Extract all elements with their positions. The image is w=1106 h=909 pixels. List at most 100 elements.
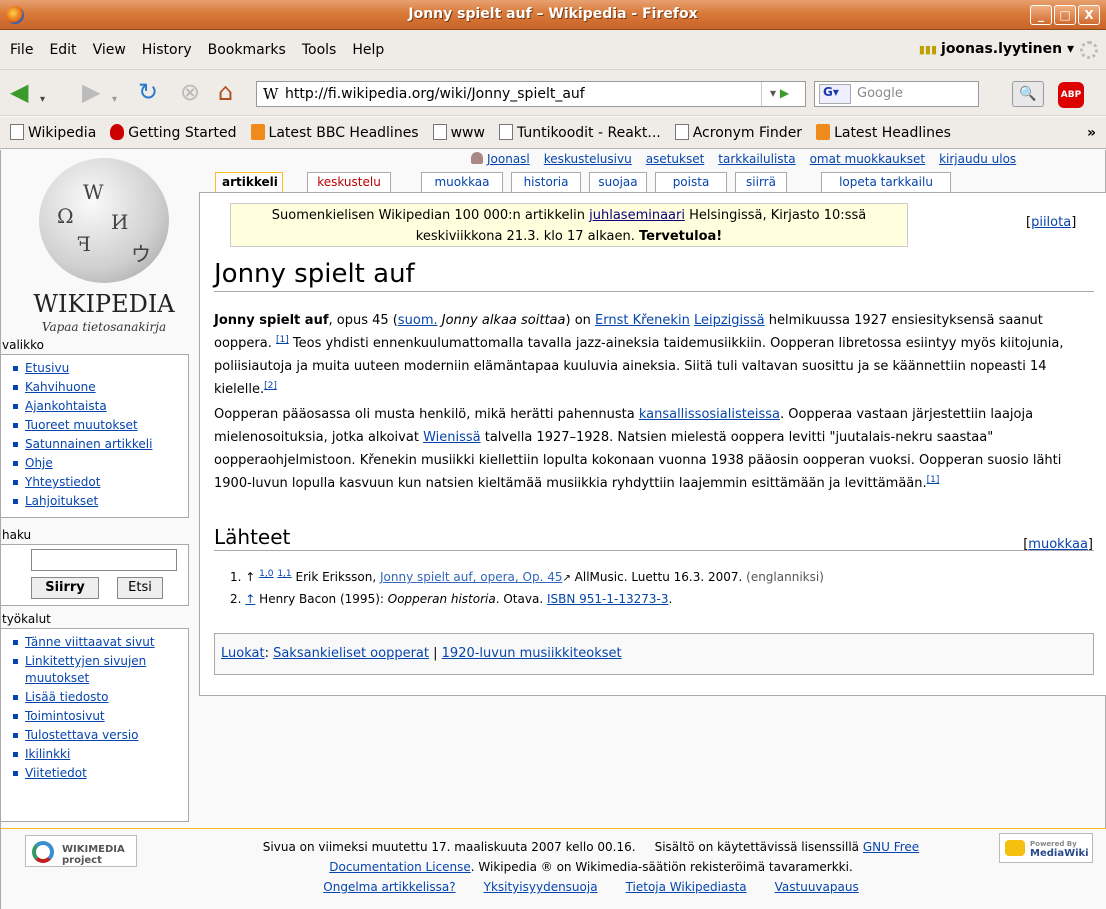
sidebar-item[interactable]: Linkitettyjen sivujen muutokset	[13, 653, 173, 687]
link[interactable]: kansallissosialisteissa	[639, 407, 780, 422]
go-button[interactable]: Siirry	[31, 577, 99, 599]
bookmark-item[interactable]: Wikipedia	[10, 124, 96, 141]
sidebar-link[interactable]: Kahvihuone	[25, 380, 96, 394]
footer-link[interactable]: Ongelma artikkelissa?	[323, 877, 455, 897]
tab-edit[interactable]: muokkaa	[421, 172, 503, 192]
sidebar-item[interactable]: Ohje	[13, 455, 188, 472]
link[interactable]: suom.	[398, 313, 438, 328]
sidebar-link[interactable]: Lisää tiedosto	[25, 690, 108, 704]
stop-icon[interactable]: ⊗	[180, 80, 200, 104]
sidebar-item[interactable]: Tänne viittaavat sivut	[13, 634, 163, 651]
sidebar-link[interactable]: Ikilinkki	[25, 747, 70, 761]
backlink[interactable]: ↑	[245, 592, 255, 606]
minimize-button[interactable]: _	[1030, 5, 1052, 25]
sidebar-item[interactable]: Etusivu	[13, 360, 188, 377]
bookmarks-overflow-button[interactable]: »	[1087, 125, 1096, 141]
sidebar-link[interactable]: Tulostettava versio	[25, 728, 139, 742]
reference-link[interactable]: [2]	[264, 381, 277, 391]
menu-view[interactable]: View	[93, 42, 126, 58]
backlink[interactable]: 1,0	[259, 569, 273, 579]
sidebar-link[interactable]: Tuoreet muutokset	[25, 418, 138, 432]
tab-article[interactable]: artikkeli	[215, 172, 283, 192]
sidebar-item[interactable]: Ajankohtaista	[13, 398, 188, 415]
close-button[interactable]: X	[1078, 5, 1100, 25]
external-link[interactable]: Jonny spielt auf, opera, Op. 45	[380, 570, 562, 584]
menu-help[interactable]: Help	[352, 42, 384, 58]
sidebar-link[interactable]: Ajankohtaista	[25, 399, 107, 413]
tab-discussion[interactable]: keskustelu	[307, 172, 391, 192]
sidebar-link[interactable]: Etusivu	[25, 361, 69, 375]
link[interactable]: Ernst Křenekin	[595, 313, 690, 328]
category-link[interactable]: Saksankieliset oopperat	[273, 646, 429, 661]
wikimedia-logo[interactable]: WIKIMEDIA project	[25, 835, 137, 867]
sidebar-link[interactable]: Lahjoitukset	[25, 494, 98, 508]
personal-link-user[interactable]: Joonasl	[471, 152, 530, 166]
bookmark-item[interactable]: www	[432, 124, 485, 141]
menu-bookmarks[interactable]: Bookmarks	[208, 42, 286, 58]
sidebar-item[interactable]: Tuoreet muutokset	[13, 417, 188, 434]
backlink[interactable]: 1,1	[277, 569, 291, 579]
sidebar-link[interactable]: Linkitettyjen sivujen muutokset	[25, 654, 146, 685]
sidebar-item[interactable]: Yhteystiedot	[13, 474, 188, 491]
personal-link[interactable]: asetukset	[646, 152, 705, 166]
personal-link[interactable]: keskustelusivu	[544, 152, 632, 166]
sidebar-link[interactable]: Yhteystiedot	[25, 475, 100, 489]
search-input[interactable]: G▾ Google	[814, 81, 979, 107]
bookmark-item[interactable]: Tuntikoodit - Reakt...	[498, 124, 661, 141]
mediawiki-logo[interactable]: Powered By MediaWiki	[999, 833, 1093, 863]
tab-protect[interactable]: suojaa	[589, 172, 647, 192]
reference-link[interactable]: [1]	[276, 335, 289, 345]
url-input[interactable]: W http://fi.wikipedia.org/wiki/Jonny_spi…	[256, 81, 806, 107]
license-link[interactable]: GNU Free	[863, 840, 919, 854]
sidebar-item[interactable]: Ikilinkki	[13, 746, 188, 763]
sidebar-link[interactable]: Ohje	[25, 456, 53, 470]
forward-icon[interactable]: ▶	[82, 80, 100, 104]
menu-edit[interactable]: Edit	[49, 42, 76, 58]
adblock-icon[interactable]: ABP	[1058, 82, 1084, 108]
hide-notice-link[interactable]: piilota	[1031, 215, 1071, 230]
user-menu[interactable]: ▮▮▮ joonas.lyytinen ▾	[919, 41, 1074, 57]
sidebar-item[interactable]: Lahjoitukset	[13, 493, 188, 510]
menu-file[interactable]: File	[10, 42, 33, 58]
category-link[interactable]: 1920-luvun musiikkiteokset	[442, 646, 622, 661]
tab-unwatch[interactable]: lopeta tarkkailu	[821, 172, 951, 192]
sidebar-link[interactable]: Tänne viittaavat sivut	[25, 635, 155, 649]
wikipedia-logo[interactable]: WΩИꟻウ WIKIPEDIA Vapaa tietosanakirja	[29, 158, 179, 334]
link[interactable]: Leipzigissä	[694, 313, 765, 328]
url-go-icon[interactable]: ▾ ▶	[761, 82, 805, 106]
isbn-link[interactable]: ISBN 951-1-13273-3	[547, 592, 669, 606]
personal-link[interactable]: omat muokkaukset	[810, 152, 925, 166]
forward-dropdown-icon[interactable]: ▾	[112, 88, 117, 112]
reference-link[interactable]: [1]	[927, 475, 940, 485]
bookmark-item[interactable]: Getting Started	[110, 124, 237, 141]
footer-link[interactable]: Tietoja Wikipediasta	[626, 877, 747, 897]
license-link[interactable]: Documentation License	[329, 860, 471, 874]
footer-link[interactable]: Yksityisyydensuoja	[484, 877, 598, 897]
notice-link[interactable]: juhlaseminaari	[589, 208, 685, 223]
search-magnifier-icon[interactable]: 🔍	[1012, 81, 1044, 107]
menu-tools[interactable]: Tools	[302, 42, 337, 58]
bookmark-item[interactable]: Latest BBC Headlines	[250, 124, 419, 141]
home-icon[interactable]: ⌂	[218, 80, 233, 104]
sidebar-item[interactable]: Viitetiedot	[13, 765, 188, 782]
menu-history[interactable]: History	[142, 42, 192, 58]
footer-link[interactable]: Vastuuvapaus	[775, 877, 859, 897]
sidebar-item[interactable]: Lisää tiedosto	[13, 689, 188, 706]
google-engine-icon[interactable]: G▾	[819, 84, 851, 104]
bookmark-item[interactable]: Latest Headlines	[816, 124, 951, 141]
back-dropdown-icon[interactable]: ▾	[40, 88, 45, 112]
edit-section-link[interactable]: muokkaa	[1028, 537, 1088, 552]
tab-history[interactable]: historia	[511, 172, 581, 192]
sidebar-item[interactable]: Satunnainen artikkeli	[13, 436, 188, 453]
tab-move[interactable]: siirrä	[735, 172, 787, 192]
categories-link[interactable]: Luokat	[221, 646, 265, 661]
maximize-button[interactable]: □	[1054, 5, 1076, 25]
sidebar-link[interactable]: Toimintosivut	[25, 709, 105, 723]
link[interactable]: Wienissä	[423, 430, 481, 445]
search-button[interactable]: Etsi	[117, 577, 163, 599]
tab-delete[interactable]: poista	[655, 172, 727, 192]
back-icon[interactable]: ◀	[10, 80, 28, 104]
sidebar-item[interactable]: Kahvihuone	[13, 379, 188, 396]
reload-icon[interactable]: ↻	[138, 80, 158, 104]
sidebar-link[interactable]: Satunnainen artikkeli	[25, 437, 152, 451]
